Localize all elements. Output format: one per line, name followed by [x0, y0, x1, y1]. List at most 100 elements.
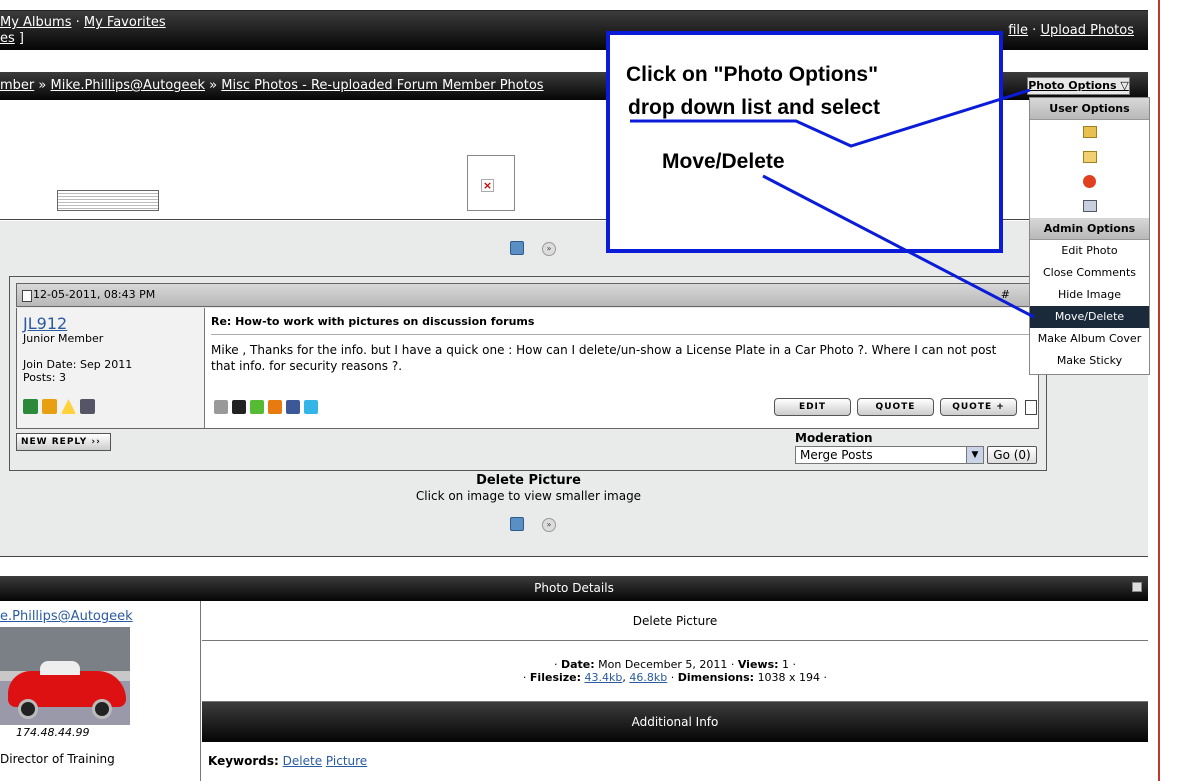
breadcrumb-album-link[interactable]: Misc Photos - Re-uploaded Forum Member P…: [221, 78, 543, 93]
profile-link[interactable]: file: [1008, 23, 1028, 38]
bookmark-icon[interactable]: [214, 400, 228, 414]
filesize-label: Filesize:: [529, 671, 582, 684]
breadcrumb-member-link[interactable]: mber: [0, 78, 34, 93]
computer-icon[interactable]: [80, 399, 95, 414]
photo-title: Delete Picture: [476, 473, 581, 488]
menu-item-close-comments[interactable]: Close Comments: [1030, 262, 1149, 284]
owner-info: e.Phillips@Autogeek 174.48.44.99 Directo…: [0, 601, 201, 781]
user-links: My Albums · My Favorites es ]: [0, 15, 166, 47]
delicious-icon[interactable]: [232, 400, 246, 414]
facebook-icon[interactable]: [286, 400, 300, 414]
details-meta: · Date: Mon December 5, 2011 · Views: 1 …: [202, 642, 1148, 702]
post-user-info: JL912 Junior Member Join Date: Sep 2011 …: [17, 308, 205, 428]
multi-quote-button[interactable]: QUOTE +: [940, 398, 1017, 416]
post-count: Posts: 3: [23, 371, 66, 384]
menu-item-hide-image[interactable]: Hide Image: [1030, 284, 1149, 306]
breadcrumb-separator: »: [205, 78, 222, 93]
admin-options-header: Admin Options: [1030, 218, 1149, 240]
collapse-icon[interactable]: [1132, 582, 1142, 592]
photo-details-table: Delete Picture · Date: Mon December 5, 2…: [202, 601, 1148, 781]
twitter-icon[interactable]: [304, 400, 318, 414]
user-title: Junior Member: [23, 332, 104, 345]
chevron-down-icon: ▼: [966, 447, 983, 463]
post-number-link[interactable]: #: [1001, 284, 1010, 306]
new-reply-button[interactable]: NEW REPLY ››: [16, 433, 111, 451]
filesize-link-1[interactable]: 43.4kb: [585, 671, 623, 684]
menu-item-make-album-cover[interactable]: Make Album Cover: [1030, 328, 1149, 350]
keyword-link[interactable]: Delete: [283, 754, 322, 768]
forum-post: 12-05-2011, 08:43 PM # JL912 Junior Memb…: [9, 276, 1047, 471]
new-reply-label: NEW REPLY: [21, 437, 88, 447]
join-date: Join Date: Sep 2011: [23, 358, 133, 371]
dimensions-value: 1038 x 194: [757, 671, 821, 684]
owner-avatar[interactable]: [0, 627, 130, 725]
next-icon[interactable]: »: [542, 518, 556, 532]
owner-ip: 174.48.44.99: [16, 726, 90, 739]
slideshow-icon[interactable]: [510, 241, 524, 255]
keywords-label: Keywords:: [208, 754, 279, 768]
my-favorites-link[interactable]: My Favorites: [84, 15, 166, 30]
moderation-go-button[interactable]: Go (0): [987, 446, 1037, 464]
post-username[interactable]: JL912: [23, 314, 67, 333]
post-body: JL912 Junior Member Join Date: Sep 2011 …: [16, 308, 1039, 429]
owner-title: Director of Training: [0, 752, 115, 766]
photo-caption: Delete Picture Click on image to view sm…: [0, 473, 1057, 503]
menu-item-subscribe[interactable]: [1030, 145, 1149, 170]
breadcrumb: mber » Mike.Phillips@Autogeek » Misc Pho…: [0, 78, 544, 93]
user-options-header: User Options: [1030, 98, 1149, 120]
nav-line2-tail: ]: [14, 31, 24, 46]
menu-item-make-sticky[interactable]: Make Sticky: [1030, 350, 1149, 372]
callout-line-1: Click on "Photo Options": [626, 63, 879, 86]
folder-add-icon: [1082, 126, 1097, 139]
printer-icon: [1082, 199, 1097, 212]
next-icon[interactable]: »: [542, 242, 556, 256]
report-icon[interactable]: [1025, 400, 1037, 415]
share-icons: [214, 400, 318, 414]
photo-hint: Click on image to view smaller image: [415, 489, 642, 503]
owner-link[interactable]: e.Phillips@Autogeek: [0, 609, 133, 624]
nav-line2-link[interactable]: es: [0, 31, 15, 46]
photo-thumbnail[interactable]: [57, 190, 159, 211]
edit-button[interactable]: EDIT: [774, 398, 851, 416]
moderation-label: Moderation: [795, 431, 873, 445]
post-message: Mike , Thanks for the info. but I have a…: [211, 343, 997, 373]
photo-thumbnail-broken[interactable]: ×: [467, 155, 515, 211]
nav-separator: ·: [71, 15, 84, 30]
menu-item-add-favorite[interactable]: [1030, 120, 1149, 145]
filesize-link-2[interactable]: 46.8kb: [629, 671, 667, 684]
instruction-callout: Click on "Photo Options" drop down list …: [606, 31, 1003, 253]
photo-options-button[interactable]: Photo Options ▽: [1027, 77, 1130, 95]
reputation-icon[interactable]: [42, 399, 57, 414]
my-albums-link[interactable]: My Albums: [0, 15, 71, 30]
post-header: 12-05-2011, 08:43 PM #: [16, 283, 1039, 307]
menu-item-print[interactable]: [1030, 194, 1149, 219]
date-label: Date:: [560, 658, 595, 671]
car-wheel-shape: [18, 699, 38, 719]
quote-button[interactable]: QUOTE: [857, 398, 934, 416]
moderation-select[interactable]: Merge Posts ▼: [795, 446, 984, 464]
car-wheel-shape: [92, 699, 112, 719]
menu-item-move-delete[interactable]: Move/Delete: [1030, 306, 1149, 328]
date-value: Mon December 5, 2011: [598, 658, 728, 671]
details-photo-title: Delete Picture: [202, 601, 1148, 641]
user-status-icons: [23, 399, 95, 414]
menu-item-edit-photo[interactable]: Edit Photo: [1030, 240, 1149, 262]
dimensions-label: Dimensions:: [677, 671, 755, 684]
breadcrumb-separator: »: [34, 78, 51, 93]
moderation-selected: Merge Posts: [800, 448, 873, 462]
keyword-link[interactable]: Picture: [326, 754, 367, 768]
slideshow-icon[interactable]: [510, 517, 524, 531]
menu-item-report[interactable]: [1030, 169, 1149, 194]
keywords-row: Keywords: Delete Picture: [208, 754, 367, 768]
refresh-icon[interactable]: [23, 399, 38, 414]
callout-line-2: drop down list and select: [628, 96, 881, 119]
reddit-icon[interactable]: [268, 400, 282, 414]
photo-details-title: Photo Details: [534, 581, 614, 595]
warning-icon[interactable]: [61, 399, 76, 414]
car-windshield-shape: [40, 661, 80, 675]
upload-photos-link[interactable]: Upload Photos: [1040, 23, 1134, 38]
stumbleupon-icon[interactable]: [250, 400, 264, 414]
additional-info-header: Additional Info: [202, 702, 1148, 742]
nav-separator: ·: [1028, 23, 1041, 38]
breadcrumb-user-link[interactable]: Mike.Phillips@Autogeek: [50, 78, 205, 93]
